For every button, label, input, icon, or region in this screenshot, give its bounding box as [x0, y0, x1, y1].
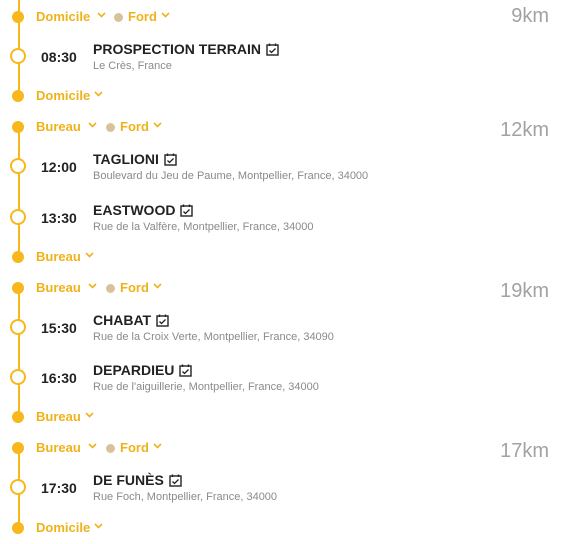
stop-item[interactable]: 08:30 PROSPECTION TERRAIN Le Crès, Franc… [0, 41, 563, 81]
stop-address: Rue de la Valfère, Montpellier, France, … [93, 221, 314, 233]
calendar-check-icon[interactable] [266, 43, 279, 56]
stop-name: CHABAT [93, 312, 169, 328]
chevron-down-icon [85, 251, 94, 259]
chevron-down-icon [88, 121, 97, 129]
stop-name: PROSPECTION TERRAIN [93, 41, 279, 57]
stop-marker [10, 479, 26, 495]
end-location-label: Domicile [36, 520, 91, 535]
start-dot [12, 282, 24, 294]
segment-header: Domicile Ford 9km [0, 5, 563, 29]
end-location-dropdown[interactable]: Domicile [36, 87, 103, 105]
segment-distance: 9km [511, 5, 549, 27]
stop-item[interactable]: 13:30 EASTWOOD Rue de la Valfère, Montpe… [0, 202, 563, 242]
stop-item[interactable]: 17:30 DE FUNÈS Rue Foch, Montpellier, Fr… [0, 472, 563, 512]
end-dot [12, 411, 24, 423]
vehicle-label: Ford [128, 9, 157, 24]
chevron-down-icon [153, 121, 162, 129]
vehicle-dropdown[interactable]: Ford [106, 279, 162, 297]
chevron-down-icon [94, 522, 103, 530]
segment-header: Bureau Ford 17km [0, 436, 563, 462]
chevron-down-icon [161, 11, 170, 19]
stop-time: 17:30 [41, 480, 77, 496]
vehicle-label: Ford [120, 119, 149, 134]
segment-distance: 12km [500, 119, 549, 141]
stop-marker [10, 158, 26, 174]
stop-name-text: TAGLIONI [93, 151, 159, 167]
vehicle-dot [106, 443, 115, 453]
stop-name-text: PROSPECTION TERRAIN [93, 41, 262, 57]
calendar-check-icon[interactable] [180, 204, 194, 217]
stop-marker [10, 209, 26, 225]
start-location-label: Bureau [36, 280, 81, 295]
stop-name-text: EASTWOOD [93, 202, 176, 218]
segment-header: Bureau Ford 19km [0, 276, 563, 302]
start-location-dropdown[interactable]: Bureau [36, 118, 97, 136]
stop-address: Boulevard du Jeu de Paume, Montpellier, … [93, 170, 369, 182]
start-location-label: Bureau [36, 440, 81, 455]
stop-name-text: DE FUNÈS [93, 472, 164, 488]
stop-name: DEPARDIEU [93, 362, 193, 378]
stop-item[interactable]: 16:30 DEPARDIEU Rue de l'aiguillerie, Mo… [0, 362, 563, 402]
start-location-dropdown[interactable]: Bureau [36, 439, 97, 457]
stop-address: Rue Foch, Montpellier, France, 34000 [93, 491, 278, 503]
chevron-down-icon [88, 442, 97, 450]
vehicle-label: Ford [120, 280, 149, 295]
stop-address: Rue de l'aiguillerie, Montpellier, Franc… [93, 381, 319, 393]
stop-time: 12:00 [41, 159, 77, 175]
end-dot [12, 90, 24, 102]
vehicle-label: Ford [120, 440, 149, 455]
stop-name: EASTWOOD [93, 202, 194, 218]
stop-time: 13:30 [41, 210, 77, 226]
chevron-down-icon [85, 411, 94, 419]
start-location-label: Bureau [36, 119, 81, 134]
vehicle-dropdown[interactable]: Ford [114, 8, 170, 26]
end-location-dropdown[interactable]: Bureau [36, 248, 94, 266]
end-location-dropdown[interactable]: Domicile [36, 519, 103, 537]
chevron-down-icon [94, 90, 103, 98]
chevron-down-icon [153, 282, 162, 290]
stop-address: Le Crès, France [93, 60, 172, 72]
vehicle-dropdown[interactable]: Ford [106, 439, 162, 457]
end-location-label: Bureau [36, 409, 81, 424]
stop-time: 16:30 [41, 370, 77, 386]
end-location-label: Bureau [36, 249, 81, 264]
stop-name-text: CHABAT [93, 312, 152, 328]
calendar-check-icon[interactable] [179, 364, 193, 377]
segment-distance: 17km [500, 440, 549, 462]
stop-item[interactable]: 12:00 TAGLIONI Boulevard du Jeu de Paume… [0, 151, 563, 191]
chevron-down-icon [153, 442, 162, 450]
start-dot [12, 442, 24, 454]
segment-header: Bureau Ford 12km [0, 115, 563, 141]
stop-name: DE FUNÈS [93, 472, 182, 488]
vehicle-dot [106, 283, 115, 293]
calendar-check-icon[interactable] [156, 314, 169, 327]
end-dot [12, 251, 24, 263]
stop-time: 08:30 [41, 49, 77, 65]
end-dot [12, 522, 24, 534]
stop-marker [10, 48, 26, 64]
chevron-down-icon [88, 282, 97, 290]
start-location-dropdown[interactable]: Domicile [36, 8, 106, 26]
stop-marker [10, 319, 26, 335]
end-location-dropdown[interactable]: Bureau [36, 408, 94, 426]
vehicle-dropdown[interactable]: Ford [106, 118, 162, 136]
end-location-label: Domicile [36, 88, 91, 103]
calendar-check-icon[interactable] [169, 474, 182, 487]
start-location-dropdown[interactable]: Bureau [36, 279, 97, 297]
stop-name-text: DEPARDIEU [93, 362, 175, 378]
start-location-label: Domicile [36, 9, 91, 24]
stop-marker [10, 369, 26, 385]
stop-item[interactable]: 15:30 CHABAT Rue de la Croix Verte, Mont… [0, 312, 563, 352]
stop-address: Rue de la Croix Verte, Montpellier, Fran… [93, 331, 334, 343]
stop-time: 15:30 [41, 320, 77, 336]
segment-distance: 19km [500, 280, 549, 302]
vehicle-dot [106, 122, 115, 132]
start-dot [12, 11, 24, 23]
start-dot [12, 121, 24, 133]
stop-name: TAGLIONI [93, 151, 177, 167]
calendar-check-icon[interactable] [164, 153, 177, 166]
chevron-down-icon [97, 11, 106, 19]
vehicle-dot [114, 12, 123, 22]
